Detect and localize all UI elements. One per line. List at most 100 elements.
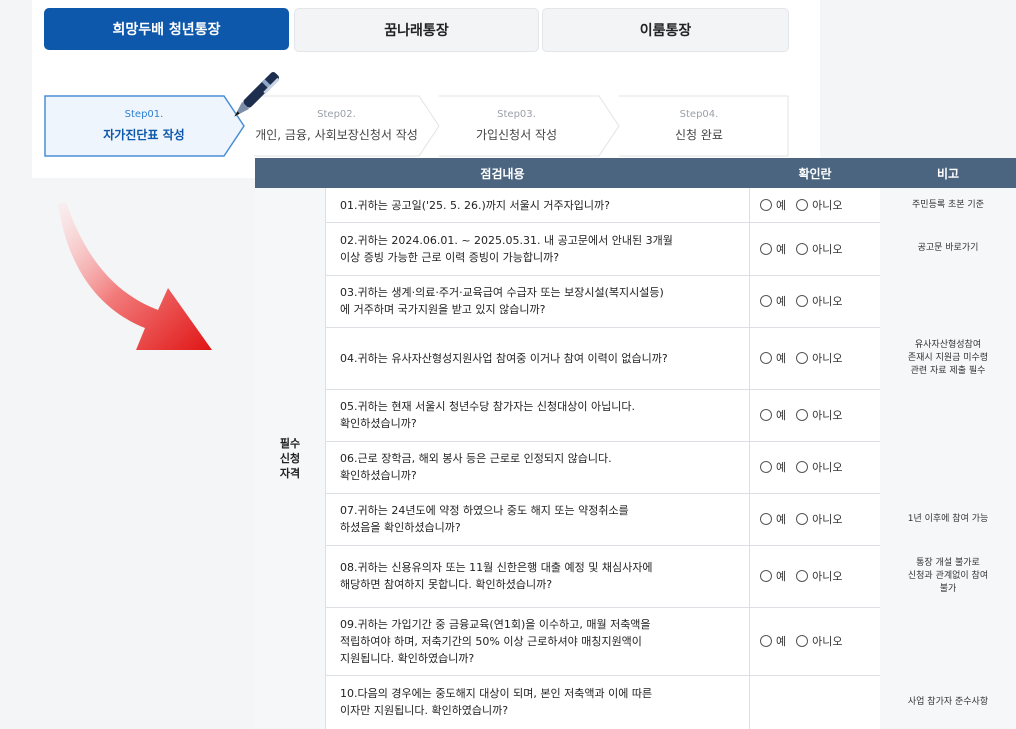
note-cell: 1년 이후에 참여 가능 (880, 493, 1016, 545)
tab-hope-double[interactable]: 희망두배 청년통장 (44, 8, 289, 50)
question-cell: 04.귀하는 유사자산형성지원사업 참여중 이거나 참여 이력이 없습니까? (325, 327, 750, 389)
step-3-number: Step03. (497, 109, 536, 120)
question-text: 01.귀하는 공고일('25. 5. 26.)까지 서울시 거주자입니까? (340, 198, 610, 212)
radio-icon[interactable] (760, 199, 772, 211)
radio-icon[interactable] (760, 409, 772, 421)
radio-yes-label: 예 (776, 635, 787, 648)
table-row: 09.귀하는 가입기간 중 금융교육(연1회)을 이수하고, 매월 저축액을 적… (325, 607, 1016, 676)
radio-yes-label: 예 (776, 242, 787, 256)
radio-yes-option[interactable]: 예 (760, 633, 786, 649)
confirm-cell: 예 아니오 (750, 188, 881, 222)
radio-icon[interactable] (760, 635, 772, 647)
radio-icon[interactable] (796, 513, 809, 525)
confirm-cell (750, 675, 881, 729)
question-cell: 01.귀하는 공고일('25. 5. 26.)까지 서울시 거주자입니까? (325, 188, 750, 222)
table-row: 07.귀하는 24년도에 약정 하였으나 중도 해지 또는 약정취소를 하셨음을… (325, 493, 1016, 546)
note-cell (880, 275, 1016, 327)
question-cell: 09.귀하는 가입기간 중 금융교육(연1회)을 이수하고, 매월 저축액을 적… (325, 607, 750, 675)
radio-icon[interactable] (796, 295, 809, 307)
radio-yes-label: 예 (776, 409, 787, 422)
radio-yes-option[interactable]: 예 (760, 241, 786, 257)
table-row: 04.귀하는 유사자산형성지원사업 참여중 이거나 참여 이력이 없습니까? 예 아… (325, 327, 1016, 390)
radio-icon[interactable] (796, 635, 809, 647)
radio-yes-label: 예 (776, 295, 787, 308)
radio-icon[interactable] (796, 570, 809, 582)
radio-no-label: 아니오 (812, 513, 843, 526)
note-cell (880, 607, 1016, 675)
radio-no-label: 아니오 (812, 570, 843, 583)
radio-yes-option[interactable]: 예 (760, 511, 786, 527)
note-cell: 주민등록 초본 기준 (880, 188, 1016, 222)
header-content: 점검내용 (480, 166, 525, 181)
question-text: 04.귀하는 유사자산형성지원사업 참여중 이거나 참여 이력이 없습니까? (340, 351, 668, 365)
radio-no-option[interactable]: 아니오 (796, 511, 843, 527)
radio-icon[interactable] (760, 242, 772, 255)
radio-icon[interactable] (796, 352, 809, 364)
tab-dream-wing[interactable]: 꿈나래통장 (294, 8, 539, 52)
radio-no-option[interactable]: 아니오 (796, 241, 843, 257)
radio-yes-option[interactable]: 예 (760, 459, 786, 475)
radio-yes-option[interactable]: 예 (760, 568, 786, 584)
header-note: 비고 (936, 166, 960, 181)
question-cell: 06.근로 장학금, 해외 봉사 등은 근로로 인정되지 않습니다. 확인하셨습… (325, 441, 750, 493)
confirm-cell: 예 아니오 (750, 222, 881, 275)
question-text: 05.귀하는 현재 서울시 청년수당 참가자는 신청대상이 아닙니다. 확인하셨… (340, 400, 635, 430)
step-3-label: 가입신청서 작성 (475, 128, 558, 142)
question-text: 02.귀하는 2024.06.01. ~ 2025.05.31. 내 공고문에서… (340, 233, 673, 264)
step-1-label: 자가진단표 작성 (103, 128, 185, 142)
radio-no-label: 아니오 (812, 295, 843, 308)
radio-no-option[interactable]: 아니오 (796, 407, 843, 423)
table-row: 02.귀하는 2024.06.01. ~ 2025.05.31. 내 공고문에서… (325, 222, 1016, 276)
note-cell[interactable]: 공고문 바로가기 (880, 222, 1016, 275)
confirm-cell: 예 아니오 (750, 493, 881, 545)
step-1: Step01. 자가진단표 작성 (44, 95, 244, 157)
confirm-cell: 예 아니오 (750, 275, 881, 327)
step-1-number: Step01. (124, 109, 164, 120)
radio-no-option[interactable]: 아니오 (796, 568, 843, 584)
question-cell: 05.귀하는 현재 서울시 청년수당 참가자는 신청대상이 아닙니다. 확인하셨… (325, 389, 750, 441)
radio-icon[interactable] (760, 461, 772, 473)
step-4-number: Step04. (679, 109, 719, 120)
step-4-label: 신청 완료 (675, 128, 723, 142)
radio-no-label: 아니오 (812, 409, 843, 422)
radio-no-option[interactable]: 아니오 (796, 197, 843, 213)
question-cell: 10.다음의 경우에는 중도해지 대상이 되며, 본인 저축액과 이에 따른 이… (325, 675, 750, 729)
table-header: 점검내용 확인란 비고 (255, 158, 1016, 188)
radio-icon[interactable] (760, 352, 772, 364)
radio-icon[interactable] (796, 199, 809, 211)
radio-yes-option[interactable]: 예 (760, 407, 786, 423)
radio-no-option[interactable]: 아니오 (796, 633, 843, 649)
table-row: 08.귀하는 신용유의자 또는 11월 신한은행 대출 예정 및 채심사자에 해… (325, 545, 1016, 608)
radio-icon[interactable] (760, 295, 772, 307)
note-cell: 유사자산형성참여 존재시 지원금 미수령 관련 자료 제출 필수 (880, 327, 1016, 389)
question-text: 03.귀하는 생계·의료·주거·교육급여 수급자 또는 보장시설(복지시설등) … (340, 286, 664, 316)
question-cell: 03.귀하는 생계·의료·주거·교육급여 수급자 또는 보장시설(복지시설등) … (325, 275, 750, 327)
radio-icon[interactable] (796, 461, 809, 473)
question-cell: 07.귀하는 24년도에 약정 하였으나 중도 해지 또는 약정취소를 하셨음을… (325, 493, 750, 545)
question-cell: 02.귀하는 2024.06.01. ~ 2025.05.31. 내 공고문에서… (325, 222, 750, 275)
question-text: 07.귀하는 24년도에 약정 하였으나 중도 해지 또는 약정취소를 하셨음을… (340, 504, 629, 534)
question-cell: 08.귀하는 신용유의자 또는 11월 신한은행 대출 예정 및 채심사자에 해… (325, 545, 750, 607)
radio-no-option[interactable]: 아니오 (796, 293, 843, 309)
step-2-number: Step02. (317, 109, 356, 120)
radio-icon[interactable] (796, 409, 809, 421)
table-row: 06.근로 장학금, 해외 봉사 등은 근로로 인정되지 않습니다. 확인하셨습… (325, 441, 1016, 494)
radio-yes-option[interactable]: 예 (760, 197, 786, 213)
radio-yes-option[interactable]: 예 (760, 293, 786, 309)
question-text: 06.근로 장학금, 해외 봉사 등은 근로로 인정되지 않습니다. 확인하셨습… (340, 452, 612, 482)
radio-icon[interactable] (760, 513, 772, 525)
note-cell (880, 441, 1016, 493)
radio-icon[interactable] (760, 570, 772, 582)
radio-no-label: 아니오 (812, 199, 843, 212)
question-text: 09.귀하는 가입기간 중 금융교육(연1회)을 이수하고, 매월 저축액을 적… (340, 617, 651, 665)
radio-no-option[interactable]: 아니오 (796, 459, 843, 475)
note-cell: 사업 참가자 준수사항 (880, 675, 1016, 729)
radio-icon[interactable] (796, 242, 809, 255)
radio-no-option[interactable]: 아니오 (796, 350, 843, 366)
radio-yes-option[interactable]: 예 (760, 350, 786, 366)
radio-no-label: 아니오 (812, 352, 843, 365)
tab-irum[interactable]: 이룸통장 (542, 8, 789, 52)
table-row: 03.귀하는 생계·의료·주거·교육급여 수급자 또는 보장시설(복지시설등) … (325, 275, 1016, 328)
radio-no-label: 아니오 (812, 635, 843, 648)
radio-yes-label: 예 (776, 570, 787, 583)
